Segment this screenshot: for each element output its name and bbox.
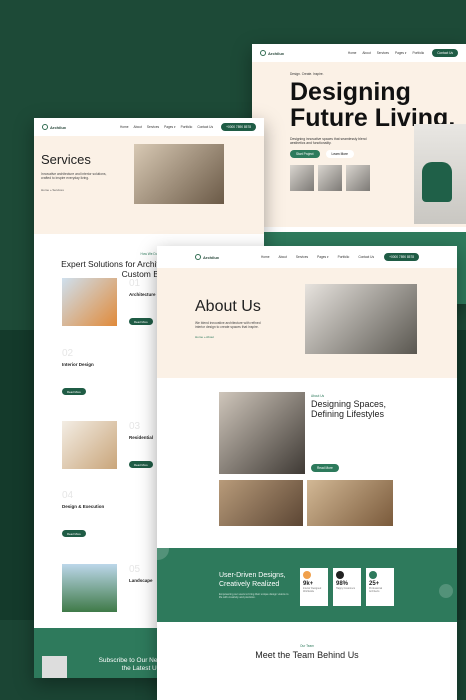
nav-pages[interactable]: Pages ▾ bbox=[164, 125, 176, 129]
nav-pages[interactable]: Pages ▾ bbox=[395, 51, 407, 55]
stat-label: Interior Designed Worldwide bbox=[303, 587, 322, 593]
nav-pages[interactable]: Pages ▾ bbox=[317, 255, 329, 259]
interior-image bbox=[307, 480, 393, 526]
newsletter-image bbox=[42, 656, 67, 678]
stat-label: Professional Architects bbox=[369, 587, 383, 593]
home-navbar: Archilux Home About Services Pages ▾ Por… bbox=[252, 44, 466, 62]
logo-icon bbox=[42, 124, 48, 130]
about-nav-links: Home About Services Pages ▾ Portfolio Co… bbox=[261, 255, 374, 259]
about-hero-image bbox=[305, 284, 417, 354]
service-image bbox=[62, 421, 117, 469]
service-number: 02 bbox=[62, 348, 74, 359]
home-logo[interactable]: Archilux bbox=[260, 50, 284, 56]
read-more-button[interactable]: Read More bbox=[129, 461, 153, 468]
design-icon bbox=[303, 571, 311, 579]
about-description: We blend innovative architecture with re… bbox=[195, 321, 261, 329]
nav-portfolio[interactable]: Portfolio bbox=[338, 255, 350, 259]
service-title: Architecture bbox=[129, 292, 156, 297]
team-title: Meet the Team Behind Us bbox=[255, 650, 359, 660]
team-kicker: Our Team bbox=[300, 644, 314, 648]
nav-about[interactable]: About bbox=[362, 51, 370, 55]
start-project-button[interactable]: Start Project bbox=[290, 150, 320, 158]
about-navbar: Archilux Home About Services Pages ▾ Por… bbox=[157, 246, 457, 268]
thumbnail-image[interactable] bbox=[346, 165, 370, 191]
decor-circle bbox=[157, 538, 169, 560]
section-heading: Designing Spaces, Defining Lifestyles bbox=[311, 399, 387, 419]
nav-portfolio[interactable]: Portfolio bbox=[181, 125, 193, 129]
service-image bbox=[62, 564, 117, 612]
stat-card: 25+ Professional Architects bbox=[366, 568, 394, 606]
nav-services[interactable]: Services bbox=[296, 255, 308, 259]
nav-home[interactable]: Home bbox=[120, 125, 129, 129]
customer-icon bbox=[336, 571, 344, 579]
decor-circle bbox=[439, 584, 453, 598]
stats-subtitle: Empowering our users to bring their uniq… bbox=[219, 593, 289, 599]
logo-icon bbox=[195, 254, 201, 260]
nav-about[interactable]: About bbox=[279, 255, 287, 259]
service-title: Design & Execution bbox=[62, 504, 105, 509]
thumbnail-image[interactable] bbox=[318, 165, 342, 191]
learn-more-button[interactable]: Learn More bbox=[325, 150, 354, 158]
nav-contact[interactable]: Contact Us bbox=[358, 255, 374, 259]
stats-title: User-Driven Designs, Creatively Realized bbox=[219, 572, 286, 588]
section-body-text bbox=[311, 422, 391, 458]
thumbnail-image[interactable] bbox=[290, 165, 314, 191]
services-navbar: Archilux Home About Services Pages ▾ Por… bbox=[34, 118, 264, 136]
phone-button[interactable]: +0000 7890 8578 bbox=[221, 123, 256, 131]
service-description bbox=[62, 512, 124, 526]
service-title: Landscape bbox=[129, 578, 153, 583]
service-number: 01 bbox=[129, 278, 141, 289]
hero-tagline: Design. Create. Inspire. bbox=[290, 72, 324, 76]
services-hero: Services Innovative architecture and int… bbox=[34, 136, 264, 234]
contact-button[interactable]: Contact Us bbox=[432, 49, 458, 57]
phone-button[interactable]: +0000 7890 8578 bbox=[384, 253, 419, 261]
nav-home[interactable]: Home bbox=[261, 255, 270, 259]
nav-services[interactable]: Services bbox=[147, 125, 159, 129]
stat-label: Happy Customers bbox=[336, 587, 356, 590]
logo-icon bbox=[260, 50, 266, 56]
stat-card: 9k+ Interior Designed Worldwide bbox=[300, 568, 328, 606]
staircase-image bbox=[219, 392, 305, 474]
service-number: 04 bbox=[62, 490, 74, 501]
service-description bbox=[62, 370, 124, 384]
about-hero: About Us We blend innovative architectur… bbox=[157, 268, 457, 378]
home-hero: Design. Create. Inspire. Designing Futur… bbox=[252, 62, 466, 227]
about-page-mockup: Archilux Home About Services Pages ▾ Por… bbox=[157, 246, 457, 700]
home-nav-links: Home About Services Pages ▾ Portfolio bbox=[348, 51, 424, 55]
read-more-button[interactable]: Read More bbox=[62, 388, 86, 395]
nav-about[interactable]: About bbox=[134, 125, 142, 129]
hero-subtitle: Designing innovative spaces that seamles… bbox=[290, 137, 367, 145]
read-more-button[interactable]: Read More bbox=[311, 464, 339, 472]
nav-services[interactable]: Services bbox=[377, 51, 389, 55]
service-number: 03 bbox=[129, 421, 141, 432]
service-image bbox=[62, 278, 117, 326]
stat-card: 98% Happy Customers bbox=[333, 568, 361, 606]
service-title: Interior Design bbox=[62, 362, 94, 367]
services-logo[interactable]: Archilux bbox=[42, 124, 66, 130]
services-description: Innovative architecture and interior sol… bbox=[41, 172, 107, 180]
about-logo[interactable]: Archilux bbox=[195, 254, 219, 260]
interior-image bbox=[219, 480, 303, 526]
section-kicker: About Us bbox=[311, 394, 325, 398]
nav-contact[interactable]: Contact Us bbox=[197, 125, 213, 129]
green-chair-image bbox=[422, 162, 452, 202]
nav-home[interactable]: Home bbox=[348, 51, 357, 55]
services-nav-links: Home About Services Pages ▾ Portfolio Co… bbox=[120, 125, 213, 129]
nav-portfolio[interactable]: Portfolio bbox=[413, 51, 425, 55]
architect-icon bbox=[369, 571, 377, 579]
service-number: 05 bbox=[129, 564, 141, 575]
service-title: Residential bbox=[129, 435, 154, 440]
read-more-button[interactable]: Read More bbox=[129, 318, 153, 325]
stats-section: User-Driven Designs, Creatively Realized… bbox=[157, 538, 457, 622]
read-more-button[interactable]: Read More bbox=[62, 530, 86, 537]
services-hero-image bbox=[134, 144, 224, 204]
